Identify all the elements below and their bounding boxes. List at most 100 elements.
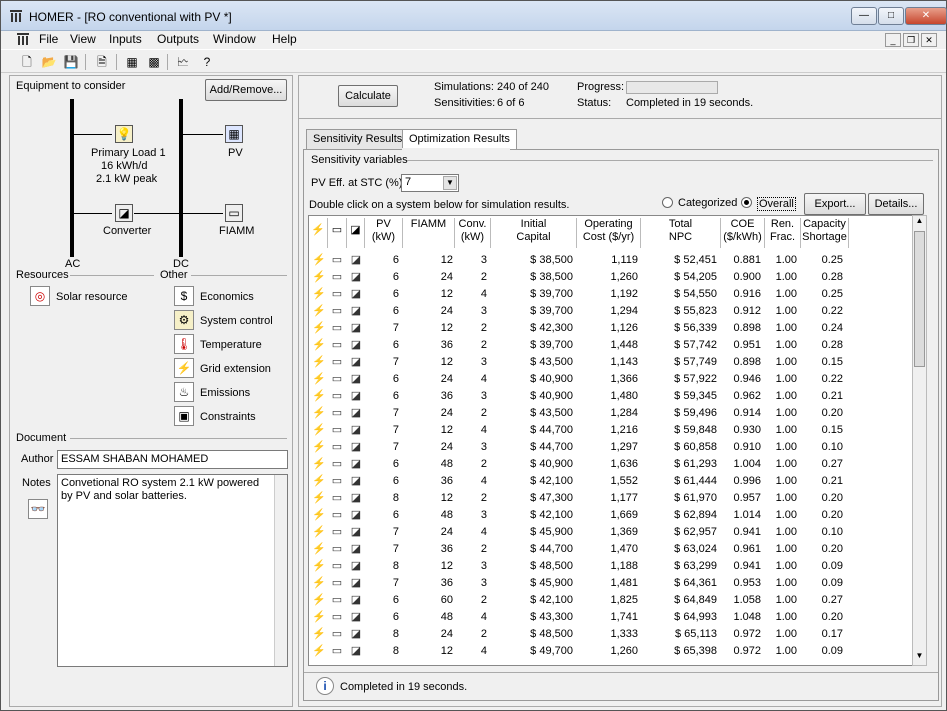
- constraints-label[interactable]: Constraints: [200, 411, 256, 423]
- table-row[interactable]: ⚡ ▭ ◪ 7 36 2 $ 44,700 1,470 $ 63,024 0.961 1.00 0.2…: [309, 541, 909, 558]
- battery-icon: ▭: [331, 628, 343, 640]
- temperature-label[interactable]: Temperature: [200, 339, 262, 351]
- converter-icon[interactable]: ◪: [115, 204, 133, 222]
- table-row[interactable]: ⚡ ▭ ◪ 8 12 2 $ 47,300 1,177 $ 61,970 0.957 1.00 0.2…: [309, 490, 909, 507]
- notes-field[interactable]: Convetional RO system 2.1 kW powered by …: [57, 474, 288, 667]
- chevron-down-icon[interactable]: ▼: [443, 176, 457, 190]
- scroll-down-icon[interactable]: ▼: [913, 651, 926, 665]
- grid-scrollbar[interactable]: ▲ ▼: [912, 215, 927, 666]
- properties-icon[interactable]: 🗠: [175, 54, 191, 70]
- table-icon[interactable]: ▦: [124, 54, 140, 70]
- temperature-icon[interactable]: 🌡: [174, 334, 194, 354]
- categorized-label[interactable]: Categorized: [678, 197, 737, 209]
- table-row[interactable]: ⚡ ▭ ◪ 6 48 2 $ 40,900 1,636 $ 61,293 1.004 1.00 0.2…: [309, 456, 909, 473]
- table-row[interactable]: ⚡ ▭ ◪ 7 12 3 $ 43,500 1,143 $ 57,749 0.898 1.00 0.1…: [309, 354, 909, 371]
- converter-icon: ◪: [350, 492, 362, 504]
- table-cell: 3: [480, 305, 487, 317]
- economics-label[interactable]: Economics: [200, 291, 254, 303]
- emissions-label[interactable]: Emissions: [200, 387, 250, 399]
- table-row[interactable]: ⚡ ▭ ◪ 8 12 4 $ 49,700 1,260 $ 65,398 0.972 1.00 0.0…: [309, 643, 909, 660]
- calculate-button[interactable]: Calculate: [338, 85, 398, 107]
- header-ren-frac[interactable]: Ren. Frac.: [765, 218, 801, 248]
- table-row[interactable]: ⚡ ▭ ◪ 7 24 3 $ 44,700 1,297 $ 60,858 0.910 1.00 0.1…: [309, 439, 909, 456]
- notes-scrollbar[interactable]: [274, 475, 287, 666]
- mdi-close-button[interactable]: ✕: [921, 33, 937, 47]
- table-cell: 1,260: [610, 645, 638, 657]
- table-row[interactable]: ⚡ ▭ ◪ 6 12 3 $ 38,500 1,119 $ 52,451 0.881 1.00 0.2…: [309, 252, 909, 269]
- overall-radio[interactable]: [741, 197, 752, 208]
- tab-sensitivity-results[interactable]: Sensitivity Results: [306, 129, 410, 149]
- header-coe[interactable]: COE ($/kWh): [721, 218, 765, 248]
- maximize-button[interactable]: □: [878, 7, 904, 25]
- solar-resource-icon[interactable]: ◎: [30, 286, 50, 306]
- header-operating-cost[interactable]: Operating Cost ($/yr): [577, 218, 641, 248]
- help-icon[interactable]: ?: [199, 54, 215, 70]
- table-row[interactable]: ⚡ ▭ ◪ 7 24 4 $ 45,900 1,369 $ 62,957 0.941 1.00 0.1…: [309, 524, 909, 541]
- header-total-npc[interactable]: Total NPC: [641, 218, 721, 248]
- grid-red-icon[interactable]: ▩: [146, 54, 162, 70]
- glasses-icon[interactable]: 👓: [28, 499, 48, 519]
- header-capacity-shortage[interactable]: Capacity Shortage: [801, 218, 849, 248]
- categorized-radio[interactable]: [662, 197, 673, 208]
- primary-load-icon[interactable]: 💡: [115, 125, 133, 143]
- author-field[interactable]: ESSAM SHABAN MOHAMED: [57, 450, 288, 469]
- new-file-icon[interactable]: 🗋: [19, 54, 35, 70]
- grid-extension-icon[interactable]: ⚡: [174, 358, 194, 378]
- table-row[interactable]: ⚡ ▭ ◪ 7 36 3 $ 45,900 1,481 $ 64,361 0.953 1.00 0.0…: [309, 575, 909, 592]
- header-conv[interactable]: Conv. (kW): [455, 218, 491, 248]
- table-row[interactable]: ⚡ ▭ ◪ 6 36 4 $ 42,100 1,552 $ 61,444 0.996 1.00 0.2…: [309, 473, 909, 490]
- open-folder-icon[interactable]: 📂: [41, 54, 57, 70]
- table-row[interactable]: ⚡ ▭ ◪ 6 48 3 $ 42,100 1,669 $ 62,894 1.014 1.00 0.2…: [309, 507, 909, 524]
- system-control-label[interactable]: System control: [200, 315, 273, 327]
- table-row[interactable]: ⚡ ▭ ◪ 7 12 2 $ 42,300 1,126 $ 56,339 0.898 1.00 0.2…: [309, 320, 909, 337]
- table-row[interactable]: ⚡ ▭ ◪ 6 24 3 $ 39,700 1,294 $ 55,823 0.912 1.00 0.2…: [309, 303, 909, 320]
- details-button[interactable]: Details...: [868, 193, 924, 215]
- table-cell: 2: [480, 339, 487, 351]
- header-initial-capital[interactable]: Initial Capital: [491, 218, 577, 248]
- table-row[interactable]: ⚡ ▭ ◪ 8 24 2 $ 48,500 1,333 $ 65,113 0.972 1.00 0.1…: [309, 626, 909, 643]
- economics-icon[interactable]: $: [174, 286, 194, 306]
- table-cell: 1,552: [610, 475, 638, 487]
- save-icon[interactable]: 💾: [63, 54, 79, 70]
- table-row[interactable]: ⚡ ▭ ◪ 8 12 3 $ 48,500 1,188 $ 63,299 0.941 1.00 0.0…: [309, 558, 909, 575]
- menu-window[interactable]: Window: [213, 32, 256, 46]
- table-row[interactable]: ⚡ ▭ ◪ 7 24 2 $ 43,500 1,284 $ 59,496 0.914 1.00 0.2…: [309, 405, 909, 422]
- add-remove-button[interactable]: Add/Remove...: [205, 79, 287, 101]
- table-row[interactable]: ⚡ ▭ ◪ 6 12 4 $ 39,700 1,192 $ 54,550 0.916 1.00 0.2…: [309, 286, 909, 303]
- table-row[interactable]: ⚡ ▭ ◪ 6 36 2 $ 39,700 1,448 $ 57,742 0.951 1.00 0.2…: [309, 337, 909, 354]
- table-row[interactable]: ⚡ ▭ ◪ 7 12 4 $ 44,700 1,216 $ 59,848 0.930 1.00 0.1…: [309, 422, 909, 439]
- table-cell: 0.916: [733, 288, 761, 300]
- battery-icon[interactable]: ▭: [225, 204, 243, 222]
- table-cell: 12: [440, 492, 453, 504]
- table-row[interactable]: ⚡ ▭ ◪ 6 60 2 $ 42,100 1,825 $ 64,849 1.058 1.00 0.2…: [309, 592, 909, 609]
- table-row[interactable]: ⚡ ▭ ◪ 6 36 3 $ 40,900 1,480 $ 59,345 0.962 1.00 0.2…: [309, 388, 909, 405]
- constraints-icon[interactable]: ▣: [174, 406, 194, 426]
- table-row[interactable]: ⚡ ▭ ◪ 6 24 2 $ 38,500 1,260 $ 54,205 0.900 1.00 0.2…: [309, 269, 909, 286]
- scroll-thumb[interactable]: [914, 231, 925, 367]
- header-fiamm[interactable]: FIAMM: [403, 218, 455, 248]
- scroll-up-icon[interactable]: ▲: [913, 216, 926, 230]
- menu-view[interactable]: View: [70, 32, 96, 46]
- table-row[interactable]: ⚡ ▭ ◪ 6 24 4 $ 40,900 1,366 $ 57,922 0.946 1.00 0.2…: [309, 371, 909, 388]
- mdi-restore-button[interactable]: ❐: [903, 33, 919, 47]
- pv-icon[interactable]: ▦: [225, 125, 243, 143]
- table-row[interactable]: ⚡ ▭ ◪ 6 48 4 $ 43,300 1,741 $ 64,993 1.048 1.00 0.2…: [309, 609, 909, 626]
- menu-file[interactable]: File: [39, 32, 58, 46]
- system-control-icon[interactable]: ⚙: [174, 310, 194, 330]
- overall-label[interactable]: Overall: [757, 197, 796, 211]
- menu-help[interactable]: Help: [272, 32, 297, 46]
- document-icon[interactable]: [16, 32, 30, 46]
- menu-outputs[interactable]: Outputs: [157, 32, 199, 46]
- menu-inputs[interactable]: Inputs: [109, 32, 142, 46]
- minimize-button[interactable]: —: [851, 7, 877, 25]
- solar-resource-label[interactable]: Solar resource: [56, 291, 128, 303]
- report-icon[interactable]: 🗎: [94, 54, 110, 70]
- grid-extension-label[interactable]: Grid extension: [200, 363, 271, 375]
- export-button[interactable]: Export...: [804, 193, 866, 215]
- mdi-minimize-button[interactable]: _: [885, 33, 901, 47]
- header-pv[interactable]: PV (kW): [365, 218, 403, 248]
- close-button[interactable]: ✕: [905, 7, 947, 25]
- emissions-icon[interactable]: ♨: [174, 382, 194, 402]
- pv-eff-select[interactable]: 7 ▼: [401, 174, 459, 192]
- table-cell: $ 59,496: [674, 407, 717, 419]
